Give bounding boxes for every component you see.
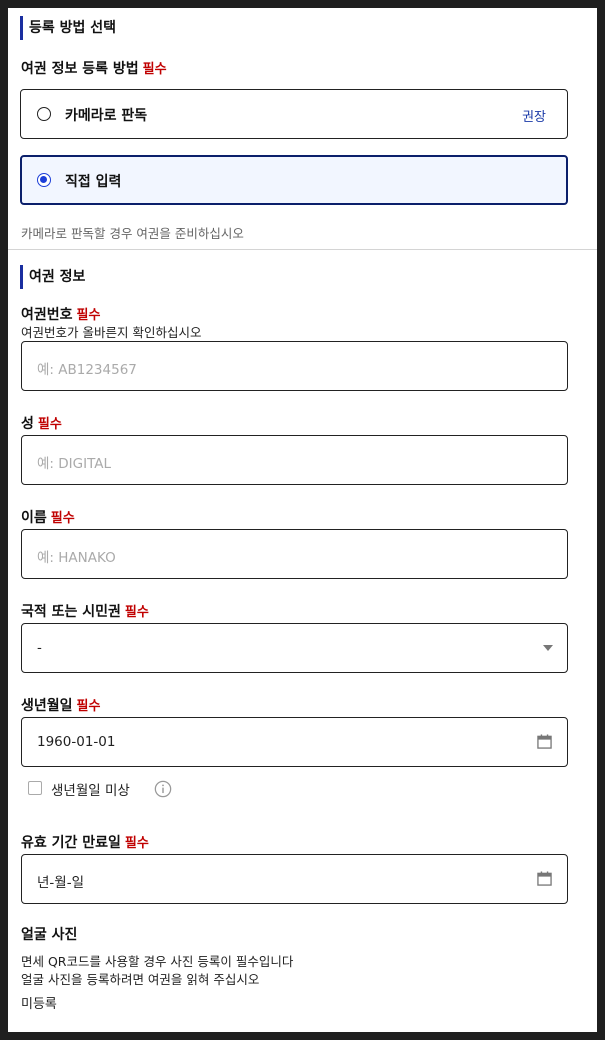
surname-label-text: 성 — [21, 416, 34, 432]
photo-status: 미등록 — [21, 997, 57, 1012]
birthdate-unknown-checkbox[interactable] — [28, 781, 42, 795]
info-icon[interactable] — [154, 780, 172, 798]
required-badge: 필수 — [50, 511, 75, 526]
photo-help-line2: 얼굴 사진을 등록하려면 여권을 읽혀 주십시오 — [21, 972, 260, 987]
radio-manual[interactable] — [37, 173, 51, 187]
birthdate-input[interactable]: 1960-01-01 — [21, 717, 568, 767]
section-divider — [8, 249, 597, 250]
option-manual-label: 직접 입력 — [65, 174, 122, 190]
option-camera-label: 카메라로 판독 — [65, 108, 148, 124]
registration-method-label-text: 여권 정보 등록 방법 — [21, 61, 139, 77]
passport-number-help: 여권번호가 올바른지 확인하십시오 — [21, 325, 202, 340]
expiry-label: 유효 기간 만료일 필수 — [21, 832, 149, 852]
expiry-input[interactable]: 년-월-일 — [21, 854, 568, 904]
expiry-label-text: 유효 기간 만료일 — [21, 835, 121, 851]
given-name-label-text: 이름 — [21, 510, 47, 526]
required-badge: 필수 — [76, 308, 101, 323]
given-name-label: 이름 필수 — [21, 507, 75, 527]
passport-number-label-text: 여권번호 — [21, 307, 73, 323]
nationality-label: 국적 또는 시민권 필수 — [21, 601, 149, 621]
given-name-input[interactable]: 예: HANAKO — [21, 529, 568, 579]
chevron-down-icon[interactable] — [543, 645, 553, 651]
surname-placeholder: 예: DIGITAL — [37, 456, 112, 472]
required-badge: 필수 — [124, 836, 149, 851]
nationality-value: - — [37, 640, 42, 656]
birthdate-unknown-label: 생년월일 미상 — [51, 783, 130, 799]
section-title-passport: 여권 정보 — [20, 265, 85, 289]
passport-number-input[interactable]: 예: AB1234567 — [21, 341, 568, 391]
passport-number-label: 여권번호 필수 — [21, 304, 100, 324]
option-manual[interactable]: 직접 입력 — [20, 155, 568, 205]
birthdate-label-text: 생년월일 — [21, 698, 73, 714]
photo-help-line1: 면세 QR코드를 사용할 경우 사진 등록이 필수입니다 — [21, 954, 294, 969]
birthdate-label: 생년월일 필수 — [21, 695, 100, 715]
surname-label: 성 필수 — [21, 413, 62, 433]
expiry-value: 년-월-일 — [37, 875, 85, 891]
birthdate-value: 1960-01-01 — [37, 734, 116, 750]
required-badge: 필수 — [142, 62, 167, 77]
required-badge: 필수 — [37, 417, 62, 432]
option-camera[interactable]: 카메라로 판독 권장 — [20, 89, 568, 139]
nationality-label-text: 국적 또는 시민권 — [21, 604, 121, 620]
camera-note: 카메라로 판독할 경우 여권을 준비하십시오 — [21, 226, 244, 241]
section-title-registration: 등록 방법 선택 — [20, 16, 116, 40]
calendar-icon[interactable] — [537, 871, 552, 886]
radio-camera[interactable] — [37, 107, 51, 121]
page-frame: 등록 방법 선택 여권 정보 등록 방법 필수 카메라로 판독 권장 직접 입력 … — [8, 8, 597, 1032]
given-name-placeholder: 예: HANAKO — [37, 550, 116, 566]
nationality-select[interactable]: - — [21, 623, 568, 673]
recommended-tag: 권장 — [522, 110, 546, 125]
photo-label: 얼굴 사진 — [21, 927, 78, 943]
calendar-icon[interactable] — [537, 734, 552, 749]
surname-input[interactable]: 예: DIGITAL — [21, 435, 568, 485]
registration-method-label: 여권 정보 등록 방법 필수 — [21, 58, 167, 78]
required-badge: 필수 — [124, 605, 149, 620]
required-badge: 필수 — [76, 699, 101, 714]
passport-number-placeholder: 예: AB1234567 — [37, 362, 137, 378]
